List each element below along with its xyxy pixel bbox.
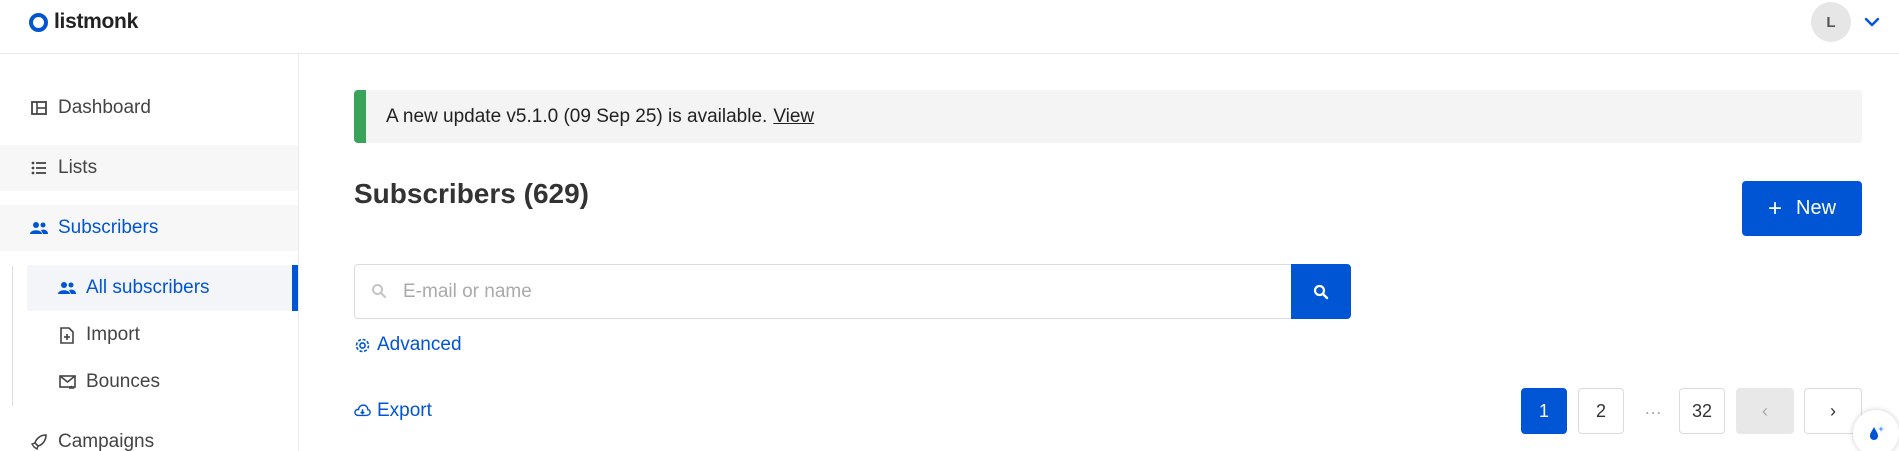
pagination-page-2[interactable]: 2 — [1578, 388, 1624, 434]
sidebar-item-dashboard[interactable]: Dashboard — [0, 85, 298, 131]
search-icon — [1313, 284, 1329, 299]
gear-icon — [354, 337, 371, 354]
sidebar-item-label: Subscribers — [58, 217, 159, 238]
chevron-down-icon[interactable] — [1862, 12, 1882, 32]
new-subscriber-button[interactable]: + New — [1742, 181, 1862, 236]
rocket-icon — [30, 433, 48, 451]
pagination-page-1[interactable]: 1 — [1521, 388, 1567, 434]
search-button[interactable] — [1291, 264, 1351, 319]
advanced-query-link[interactable]: Advanced — [354, 334, 462, 356]
file-import-icon — [58, 326, 76, 344]
advanced-label: Advanced — [377, 334, 462, 355]
plus-icon: + — [1767, 194, 1782, 222]
sidebar-item-label: Lists — [58, 157, 98, 178]
sidebar-subitem-label: Bounces — [86, 371, 160, 392]
search-input[interactable] — [354, 264, 1292, 319]
export-label: Export — [377, 400, 432, 421]
logo-text: listmonk — [54, 10, 138, 33]
sidebar: Dashboard Lists Subscribers All subscrib… — [0, 54, 299, 451]
pagination-ellipsis: … — [1644, 398, 1662, 418]
cloud-download-icon — [354, 403, 371, 420]
update-notice-text: A new update v5.1.0 (09 Sep 25) is avail… — [386, 105, 768, 127]
pagination-prev-button: ‹ — [1736, 388, 1794, 434]
floating-help-button[interactable] — [1853, 410, 1899, 451]
new-button-label: New — [1796, 197, 1837, 219]
sidebar-subitem-label: Import — [86, 324, 140, 345]
email-bounce-icon — [58, 373, 76, 391]
sidebar-item-campaigns[interactable]: Campaigns — [0, 419, 298, 451]
sidebar-subitem-all-subscribers[interactable]: All subscribers — [27, 265, 298, 311]
update-notice: A new update v5.1.0 (09 Sep 25) is avail… — [354, 90, 1862, 143]
sidebar-item-label: Campaigns — [58, 431, 155, 451]
users-icon — [58, 279, 76, 297]
page-title: Subscribers (629) — [354, 178, 589, 209]
update-view-link[interactable]: View — [773, 106, 814, 128]
user-avatar[interactable]: L — [1811, 2, 1851, 42]
logo-ring-icon — [29, 12, 48, 32]
droplet-sparkle-icon — [1870, 426, 1884, 440]
sidebar-item-lists[interactable]: Lists — [0, 145, 298, 191]
sidebar-subitem-bounces[interactable]: Bounces — [27, 359, 298, 405]
pagination-page-last[interactable]: 32 — [1679, 388, 1725, 434]
search-bar — [354, 264, 1351, 319]
submenu-rail — [12, 266, 13, 406]
sidebar-subitem-import[interactable]: Import — [27, 312, 298, 358]
dashboard-icon — [30, 99, 48, 117]
list-icon — [30, 159, 48, 177]
top-header: listmonk L — [0, 0, 1899, 54]
users-icon — [30, 219, 48, 237]
sidebar-item-subscribers[interactable]: Subscribers — [0, 205, 298, 251]
search-icon — [372, 284, 386, 298]
app-logo[interactable]: listmonk — [29, 10, 138, 34]
sidebar-subitem-label: All subscribers — [86, 277, 210, 298]
export-link[interactable]: Export — [354, 400, 432, 422]
sidebar-item-label: Dashboard — [58, 97, 151, 118]
